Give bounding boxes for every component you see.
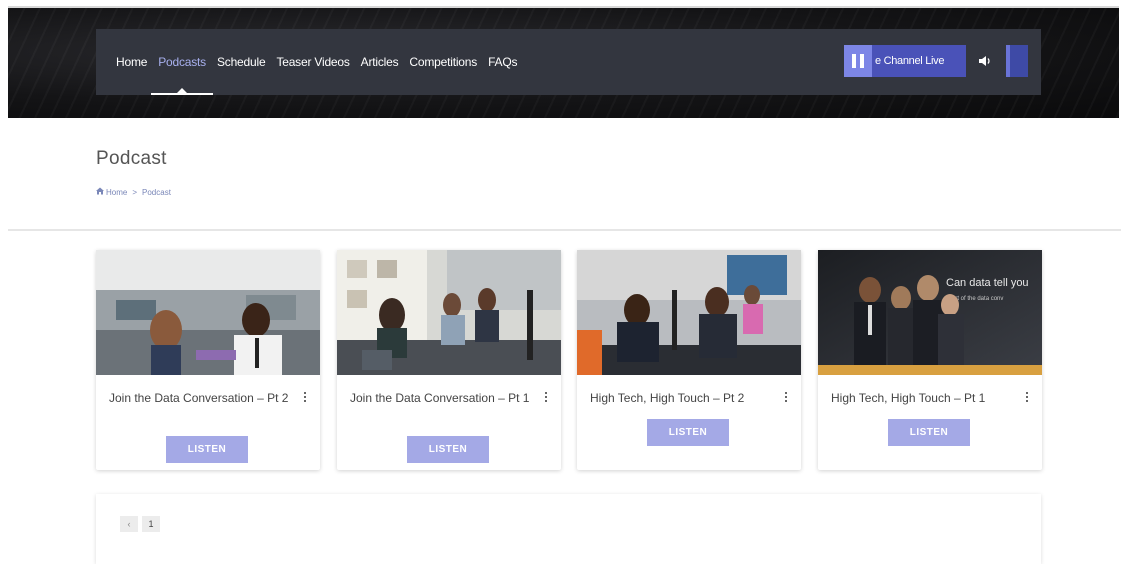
section-divider	[8, 229, 1121, 231]
pagination: ‹ 1	[120, 516, 164, 532]
page-1-button[interactable]: 1	[142, 516, 160, 532]
nav-item-teaser-videos[interactable]: Teaser Videos	[276, 29, 349, 95]
channel-live-label: e Channel Live	[872, 45, 966, 77]
listen-button[interactable]: LISTEN	[166, 436, 248, 463]
card-title-row: Join the Data Conversation – Pt 2	[109, 390, 310, 406]
podcast-card: Join the Data Conversation – Pt 1 LISTEN	[337, 250, 561, 470]
more-options-icon[interactable]	[781, 390, 791, 404]
volume-slider[interactable]	[1006, 45, 1028, 77]
podcast-thumbnail[interactable]	[577, 250, 801, 375]
listen-button[interactable]: LISTEN	[888, 419, 970, 446]
card-title[interactable]: High Tech, High Touch – Pt 1	[831, 390, 1011, 406]
nav-item-faqs[interactable]: FAQs	[488, 29, 517, 95]
breadcrumb-separator: >	[132, 187, 138, 197]
prev-page-button[interactable]: ‹	[120, 516, 138, 532]
podcast-thumbnail[interactable]	[337, 250, 561, 375]
nav-item-podcasts[interactable]: Podcasts	[151, 29, 213, 95]
listen-button[interactable]: LISTEN	[407, 436, 489, 463]
overlay-text-line2: art of the data conv	[952, 296, 1003, 302]
live-player: e Channel Live	[844, 45, 1028, 77]
more-options-icon[interactable]	[300, 390, 310, 404]
pause-icon	[850, 54, 866, 68]
podcast-card: Join the Data Conversation – Pt 2 LISTEN	[96, 250, 320, 470]
nav-item-competitions[interactable]: Competitions	[409, 29, 477, 95]
main-navbar: Home Podcasts Schedule Teaser Videos Art…	[96, 29, 1041, 95]
nav-item-home[interactable]: Home	[116, 29, 147, 95]
nav-item-schedule[interactable]: Schedule	[217, 29, 266, 95]
podcast-card: Can data tell you art of the data conv H…	[818, 250, 1042, 470]
more-options-icon[interactable]	[541, 390, 551, 404]
card-title[interactable]: Join the Data Conversation – Pt 2	[109, 390, 289, 406]
card-title[interactable]: Join the Data Conversation – Pt 1	[350, 390, 530, 406]
pagination-panel: ‹ 1	[96, 494, 1041, 564]
listen-button[interactable]: LISTEN	[647, 419, 729, 446]
card-title[interactable]: High Tech, High Touch – Pt 2	[590, 390, 770, 406]
more-options-icon[interactable]	[1022, 390, 1032, 404]
card-title-row: Join the Data Conversation – Pt 1	[350, 390, 551, 406]
card-title-row: High Tech, High Touch – Pt 1	[831, 390, 1032, 406]
podcast-card: High Tech, High Touch – Pt 2 LISTEN	[577, 250, 801, 470]
breadcrumb-current: Podcast	[142, 187, 171, 197]
home-icon	[96, 187, 104, 197]
nav-menu: Home Podcasts Schedule Teaser Videos Art…	[116, 29, 528, 95]
overlay-text-line1: Can data tell you	[946, 277, 1029, 289]
breadcrumb-home-link[interactable]: Home	[106, 188, 127, 197]
podcast-thumbnail[interactable]: Can data tell you art of the data conv	[818, 250, 1042, 375]
podcast-thumbnail[interactable]	[96, 250, 320, 375]
pause-button[interactable]	[844, 45, 872, 77]
breadcrumb: Home > Podcast	[96, 187, 171, 197]
volume-icon[interactable]	[978, 54, 992, 68]
nav-item-articles[interactable]: Articles	[361, 29, 399, 95]
card-title-row: High Tech, High Touch – Pt 2	[590, 390, 791, 406]
page-title: Podcast	[96, 148, 167, 169]
